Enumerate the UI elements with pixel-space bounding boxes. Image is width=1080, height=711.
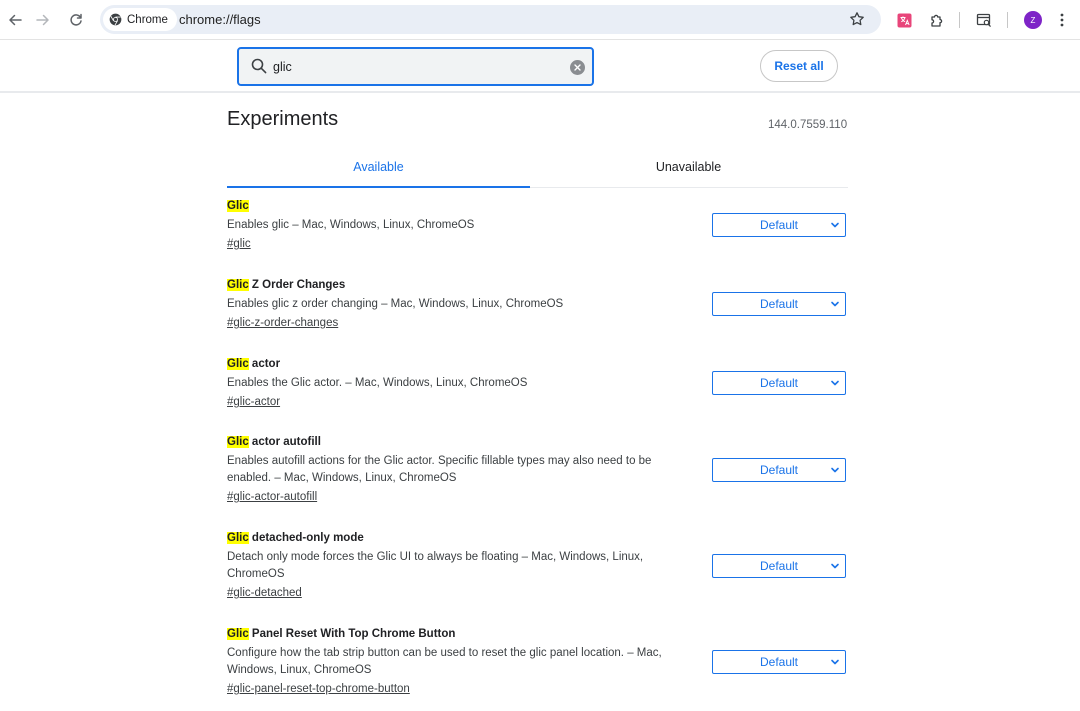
- chrome-logo-icon: [109, 13, 122, 26]
- flag-title: Glic actor autofill: [227, 434, 848, 450]
- chevron-down-icon: [831, 563, 839, 569]
- flag-title-rest: actor: [248, 358, 281, 370]
- clear-search-button[interactable]: [570, 60, 585, 75]
- flag-permalink[interactable]: #glic-z-order-changes: [227, 315, 338, 331]
- flag-title: Glic detached-only mode: [227, 530, 848, 546]
- toolbar-separator: [1007, 12, 1008, 28]
- flag-state-value: Default: [759, 559, 799, 573]
- translate-extension-button[interactable]: [894, 10, 914, 30]
- back-arrow-icon: [9, 14, 22, 26]
- flag-title-rest: Z Order Changes: [248, 279, 346, 291]
- puzzle-piece-icon: [931, 14, 943, 27]
- site-chip-label: Chrome: [127, 13, 168, 26]
- chevron-down-icon: [831, 222, 839, 228]
- tab-available[interactable]: Available: [227, 148, 530, 188]
- flag-state-select[interactable]: Default: [712, 213, 846, 237]
- search-highlight: Glic: [227, 358, 249, 370]
- flag-title: Glic Panel Reset With Top Chrome Button: [227, 626, 848, 642]
- flag-state-select[interactable]: Default: [712, 292, 846, 316]
- tab-unavailable[interactable]: Unavailable: [537, 148, 840, 186]
- clear-icon: [574, 64, 581, 71]
- flag-permalink[interactable]: #glic-actor-autofill: [227, 489, 317, 505]
- flag-item: Glic detached-only mode Detach only mode…: [227, 530, 848, 601]
- flag-item: Glic Enables glic – Mac, Windows, Linux,…: [227, 198, 848, 252]
- chevron-down-icon: [831, 467, 839, 473]
- flag-description: Enables glic – Mac, Windows, Linux, Chro…: [227, 219, 475, 231]
- search-highlight: Glic: [227, 532, 249, 544]
- flag-description: Enables autofill actions for the Glic ac…: [227, 455, 652, 484]
- search-highlight: Glic: [227, 200, 249, 212]
- toolbar-separator: [959, 12, 960, 28]
- kebab-menu-icon: [1060, 13, 1064, 27]
- chevron-down-icon: [831, 301, 839, 307]
- flag-description: Enables the Glic actor. – Mac, Windows, …: [227, 377, 528, 389]
- flag-title-rest: actor autofill: [248, 436, 321, 448]
- reload-icon: [70, 13, 82, 26]
- page-title: Experiments: [227, 108, 339, 130]
- flag-description: Configure how the tab strip button can b…: [227, 647, 662, 676]
- star-icon: [850, 12, 864, 26]
- flag-title: Glic: [227, 198, 848, 214]
- flag-title-rest: Panel Reset With Top Chrome Button: [248, 628, 456, 640]
- search-highlight: Glic: [227, 628, 249, 640]
- search-highlight: Glic: [227, 436, 249, 448]
- reading-mode-icon: [976, 13, 991, 27]
- flag-permalink[interactable]: #glic: [227, 236, 251, 252]
- forward-arrow-icon: [36, 14, 49, 26]
- translate-extension-icon: [897, 13, 911, 27]
- omnibox[interactable]: Chrome chrome://flags: [100, 5, 881, 34]
- flag-permalink[interactable]: #glic-panel-reset-top-chrome-button: [227, 681, 410, 697]
- profile-avatar[interactable]: Z: [1024, 11, 1042, 29]
- flag-title-rest: detached-only mode: [248, 532, 364, 544]
- site-chip[interactable]: Chrome: [103, 8, 177, 31]
- search-box[interactable]: [237, 47, 594, 86]
- flag-item: Glic actor autofill Enables autofill act…: [227, 434, 848, 505]
- reload-button[interactable]: [66, 10, 86, 30]
- menu-button[interactable]: [1052, 10, 1072, 30]
- back-button[interactable]: [5, 10, 25, 30]
- flag-item: Glic Panel Reset With Top Chrome Button …: [227, 626, 848, 697]
- chevron-down-icon: [831, 659, 839, 665]
- flag-item: Glic Z Order Changes Enables glic z orde…: [227, 277, 848, 331]
- flag-description: Detach only mode forces the Glic UI to a…: [227, 551, 644, 580]
- search-input[interactable]: [273, 57, 553, 77]
- flag-permalink[interactable]: #glic-detached: [227, 585, 302, 601]
- flag-item: Glic actor Enables the Glic actor. – Mac…: [227, 356, 848, 410]
- flag-description: Enables glic z order changing – Mac, Win…: [227, 298, 564, 310]
- extensions-button[interactable]: [927, 10, 947, 30]
- version-number: 144.0.7559.110: [768, 119, 848, 131]
- flag-state-select[interactable]: Default: [712, 650, 846, 674]
- search-icon: [251, 58, 267, 74]
- flag-title: Glic Z Order Changes: [227, 277, 848, 293]
- flag-state-value: Default: [759, 218, 799, 232]
- flag-title: Glic actor: [227, 356, 848, 372]
- reading-mode-button[interactable]: [974, 10, 994, 30]
- flag-state-select[interactable]: Default: [712, 458, 846, 482]
- flag-state-value: Default: [759, 297, 799, 311]
- browser-toolbar: Chrome chrome://flags Z: [0, 0, 1080, 40]
- forward-button[interactable]: [33, 10, 53, 30]
- search-highlight: Glic: [227, 279, 249, 291]
- flag-state-value: Default: [759, 655, 799, 669]
- flag-permalink[interactable]: #glic-actor: [227, 394, 280, 410]
- flag-state-value: Default: [759, 376, 799, 390]
- flag-state-select[interactable]: Default: [712, 371, 846, 395]
- tab-strip: Available Unavailable: [227, 148, 848, 188]
- flag-state-select[interactable]: Default: [712, 554, 846, 578]
- bookmark-button[interactable]: [849, 11, 867, 29]
- reset-all-button[interactable]: Reset all: [760, 50, 838, 82]
- url-text[interactable]: chrome://flags: [179, 5, 261, 34]
- flags-header: Reset all: [0, 41, 1080, 93]
- flag-state-value: Default: [759, 463, 799, 477]
- chevron-down-icon: [831, 380, 839, 386]
